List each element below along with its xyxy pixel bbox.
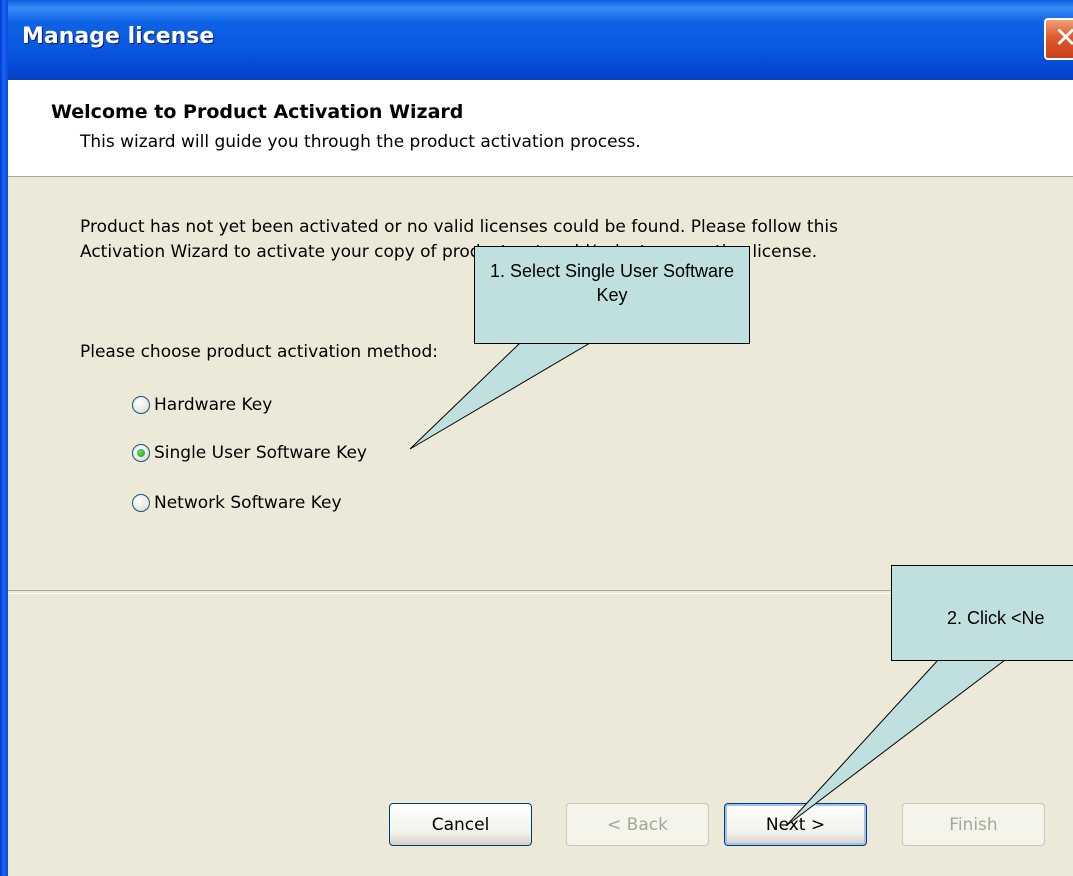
callout-1-pointer [409,342,592,450]
callout-pointers [409,342,1007,827]
dialog-window: Manage license ✕ Welcome to Product Acti… [0,0,1073,876]
callout-1-text: 1. Select Single User Software Key [489,261,735,305]
callout-2-pointer [785,659,1007,827]
callout-1: 1. Select Single User Software Key [474,246,750,344]
callout-2-text: 2. Click <Ne [947,608,1045,628]
callout-2: 2. Click <Ne [891,565,1073,661]
